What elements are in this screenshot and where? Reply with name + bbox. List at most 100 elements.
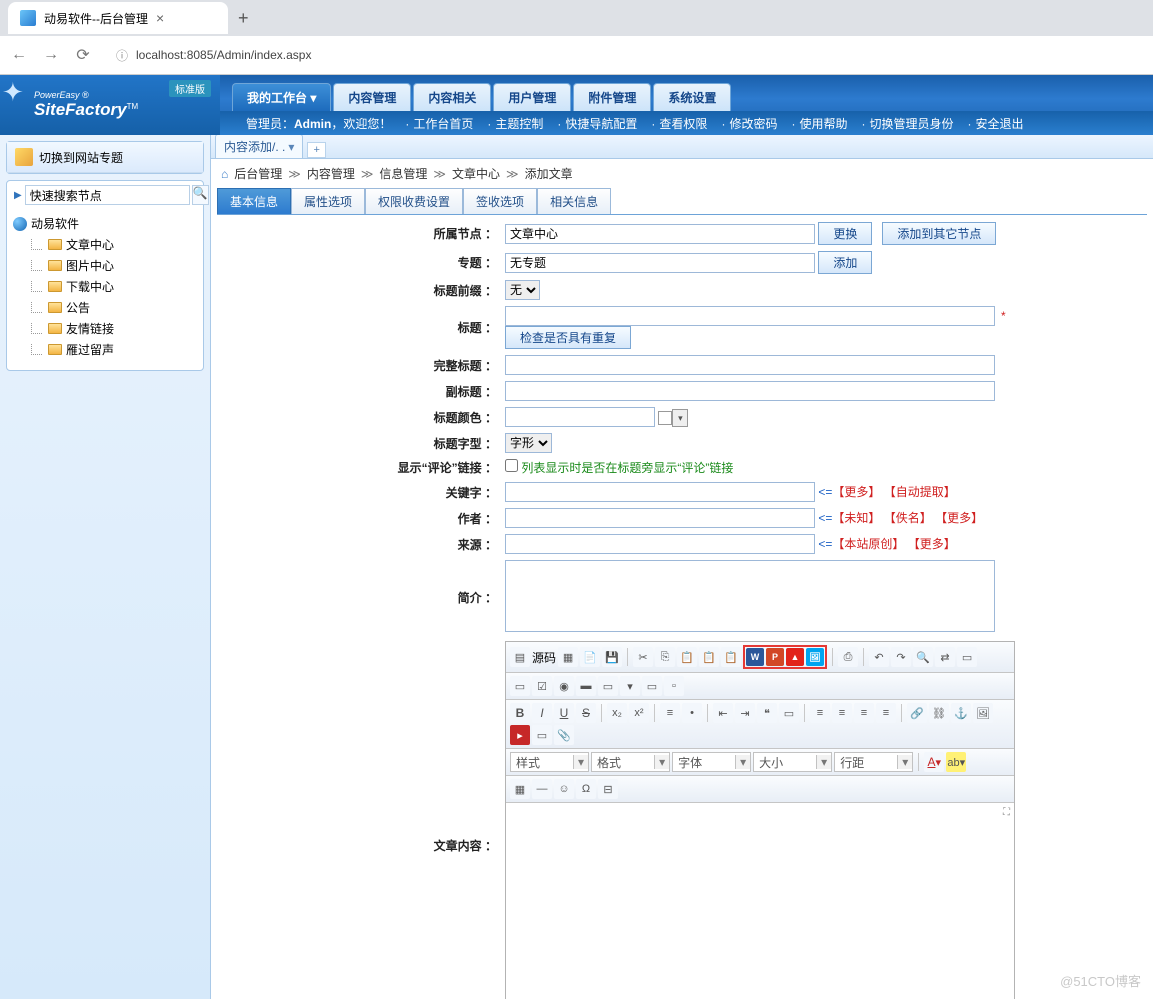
color-swatch[interactable] <box>658 411 672 425</box>
menu-attach[interactable]: 附件管理 <box>573 83 651 111</box>
font-dd[interactable]: 字体▾ <box>672 752 751 772</box>
copy-icon[interactable]: ⎘ <box>655 647 675 667</box>
preview-icon[interactable]: ▦ <box>558 647 578 667</box>
ppt-icon[interactable]: P <box>766 648 784 666</box>
menu-related[interactable]: 内容相关 <box>413 83 491 111</box>
bold-icon[interactable]: B <box>510 703 530 723</box>
switch-header[interactable]: 切换到网站专题 <box>7 142 203 173</box>
superscript-icon[interactable]: x² <box>629 703 649 723</box>
strike-icon[interactable]: S <box>576 703 596 723</box>
kw-auto-link[interactable]: 【自动提取】 <box>884 485 956 499</box>
tab-perm[interactable]: 权限收费设置 <box>365 188 463 214</box>
format-dd[interactable]: 格式▾ <box>591 752 670 772</box>
forward-icon[interactable]: → <box>42 46 60 64</box>
textfield-icon[interactable]: ▬ <box>576 676 596 696</box>
select-all-icon[interactable]: ▭ <box>957 647 977 667</box>
reload-icon[interactable]: ⟳ <box>74 45 92 65</box>
crumb-0[interactable]: 后台管理 <box>234 165 282 182</box>
new-tab-button[interactable]: + <box>228 8 259 29</box>
special-icon[interactable]: Ω <box>576 779 596 799</box>
menu-system[interactable]: 系统设置 <box>653 83 731 111</box>
maximize-icon[interactable]: ⛶ <box>1003 807 1010 818</box>
subtitle-field[interactable] <box>505 381 995 401</box>
node-field[interactable] <box>505 224 815 244</box>
color-field[interactable] <box>505 407 655 427</box>
tab-close-icon[interactable]: × <box>156 10 164 26</box>
tree-node-image[interactable]: 图片中心 <box>31 255 197 276</box>
author-field[interactable] <box>505 508 815 528</box>
site-info-icon[interactable]: ⓘ <box>116 47 128 64</box>
image-icon[interactable]: 🖼 <box>973 703 993 723</box>
crumb-1[interactable]: 内容管理 <box>307 165 355 182</box>
tab-sign[interactable]: 签收选项 <box>463 188 537 214</box>
save-icon[interactable]: 💾 <box>602 647 622 667</box>
align-left-icon[interactable]: ≡ <box>810 703 830 723</box>
wintab-dd-icon[interactable]: ▾ <box>288 140 294 154</box>
source-icon[interactable]: ▤ <box>510 647 530 667</box>
search-input[interactable] <box>25 185 190 205</box>
outdent-icon[interactable]: ⇤ <box>713 703 733 723</box>
tree-root[interactable]: 动易软件 <box>13 215 197 232</box>
button-icon[interactable]: ▭ <box>642 676 662 696</box>
indent-icon[interactable]: ⇥ <box>735 703 755 723</box>
add-other-button[interactable]: 添加到其它节点 <box>882 222 996 245</box>
smiley-icon[interactable]: ☺ <box>554 779 574 799</box>
prefix-select[interactable]: 无 <box>505 280 540 300</box>
undo-icon[interactable]: ↶ <box>869 647 889 667</box>
image-import-icon[interactable]: 🖼 <box>806 648 824 666</box>
align-justify-icon[interactable]: ≡ <box>876 703 896 723</box>
print-icon[interactable]: ⎙ <box>838 647 858 667</box>
newpage-icon[interactable]: 📄 <box>580 647 600 667</box>
change-button[interactable]: 更换 <box>818 222 872 245</box>
paste-icon[interactable]: 📋 <box>677 647 697 667</box>
ul-icon[interactable]: • <box>682 703 702 723</box>
tab-basic[interactable]: 基本信息 <box>217 188 291 214</box>
intro-textarea[interactable] <box>505 560 995 632</box>
anchor-icon[interactable]: ⚓ <box>951 703 971 723</box>
tree-node-article[interactable]: 文章中心 <box>31 234 197 255</box>
link-pwd[interactable]: 修改密码 <box>721 115 777 132</box>
link-perm[interactable]: 查看权限 <box>651 115 707 132</box>
src-more-link[interactable]: 【更多】 <box>908 537 956 551</box>
link-theme[interactable]: 主题控制 <box>487 115 543 132</box>
menu-workbench[interactable]: 我的工作台 ▾ <box>232 83 331 111</box>
size-dd[interactable]: 大小▾ <box>753 752 832 772</box>
color-dd-icon[interactable]: ▾ <box>672 409 688 427</box>
window-tab-add[interactable]: + <box>307 142 325 158</box>
au-unknown-link[interactable]: 【未知】 <box>832 511 880 525</box>
au-anon-link[interactable]: 【佚名】 <box>884 511 932 525</box>
pagebreak-icon[interactable]: ⊟ <box>598 779 618 799</box>
url-box[interactable]: ⓘ localhost:8085/Admin/index.aspx <box>106 43 1143 68</box>
back-icon[interactable]: ← <box>10 46 28 64</box>
find-icon[interactable]: 🔍 <box>913 647 933 667</box>
paste-word-icon[interactable]: 📋 <box>721 647 741 667</box>
title-field[interactable] <box>505 306 995 326</box>
subscript-icon[interactable]: x₂ <box>607 703 627 723</box>
add-button[interactable]: 添加 <box>818 251 872 274</box>
pdf-icon[interactable]: ▲ <box>786 648 804 666</box>
menu-user[interactable]: 用户管理 <box>493 83 571 111</box>
lineheight-dd[interactable]: 行距▾ <box>834 752 913 772</box>
comment-checkbox[interactable] <box>505 459 518 472</box>
src-orig-link[interactable]: 【本站原创】 <box>832 537 904 551</box>
form-icon[interactable]: ▭ <box>510 676 530 696</box>
paste-text-icon[interactable]: 📋 <box>699 647 719 667</box>
underline-icon[interactable]: U <box>554 703 574 723</box>
redo-icon[interactable]: ↷ <box>891 647 911 667</box>
link-help[interactable]: 使用帮助 <box>791 115 847 132</box>
radio-icon[interactable]: ◉ <box>554 676 574 696</box>
crumb-3[interactable]: 文章中心 <box>452 165 500 182</box>
unlink-icon[interactable]: ⛓ <box>929 703 949 723</box>
source-field[interactable] <box>505 534 815 554</box>
tree-node-links[interactable]: 友情链接 <box>31 318 197 339</box>
browser-tab[interactable]: 动易软件--后台管理 × <box>8 2 228 34</box>
div-icon[interactable]: ▭ <box>779 703 799 723</box>
home-icon[interactable]: ⌂ <box>221 167 228 181</box>
hidden-icon[interactable]: ▫ <box>664 676 684 696</box>
fulltitle-field[interactable] <box>505 355 995 375</box>
checkbox-icon[interactable]: ☑ <box>532 676 552 696</box>
source-label[interactable]: 源码 <box>532 649 556 666</box>
replace-icon[interactable]: ⇄ <box>935 647 955 667</box>
align-center-icon[interactable]: ≡ <box>832 703 852 723</box>
italic-icon[interactable]: I <box>532 703 552 723</box>
